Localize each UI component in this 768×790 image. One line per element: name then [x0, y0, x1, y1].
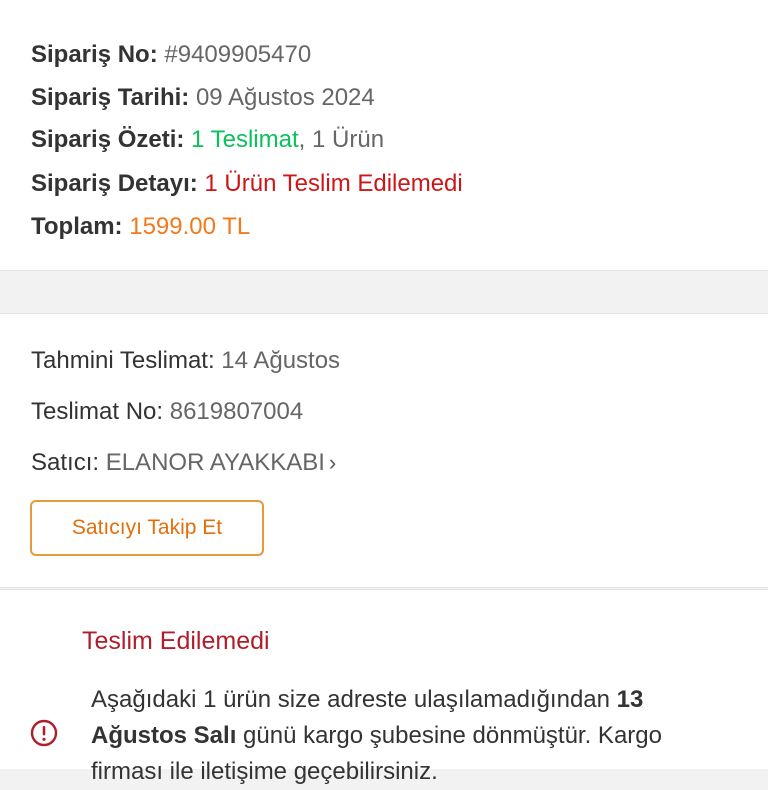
order-detail-label: Sipariş Detayı: — [31, 170, 198, 197]
order-summary-card: Sipariş No: #9409905470 Sipariş Tarihi: … — [0, 0, 768, 271]
seller-link[interactable]: Satıcı: ELANOR AYAKKABI › — [31, 448, 336, 478]
order-date-row: Sipariş Tarihi: 09 Ağustos 2024 — [31, 83, 375, 113]
info-circle-icon — [30, 719, 58, 747]
status-message-part1: Aşağıdaki 1 ürün size adreste ulaşılamad… — [91, 686, 617, 713]
delivery-number-value: 8619807004 — [169, 398, 304, 425]
order-number-label: Sipariş No: — [31, 41, 158, 68]
seller-name[interactable]: ELANOR AYAKKABI — [106, 449, 325, 476]
delivery-number-row: Teslimat No: 8619807004 — [31, 397, 303, 427]
order-total-row: Toplam: 1599.00 TL — [31, 212, 250, 242]
status-message: Aşağıdaki 1 ürün size adreste ulaşılamad… — [91, 682, 731, 790]
order-summary-row: Sipariş Özeti: 1 Teslimat, 1 Ürün — [31, 125, 384, 155]
follow-seller-button[interactable]: Satıcıyı Takip Et — [30, 500, 264, 556]
eta-value: 14 Ağustos — [221, 347, 341, 374]
order-number-row: Sipariş No: #9409905470 — [31, 40, 311, 70]
shipment-card: Tahmini Teslimat: 14 Ağustos Teslimat No… — [0, 313, 768, 588]
order-total-value: 1599.00 TL — [129, 213, 251, 240]
order-summary-separator: , — [298, 126, 312, 153]
order-total-label: Toplam: — [31, 213, 123, 240]
order-date-label: Sipariş Tarihi: — [31, 84, 190, 111]
chevron-right-icon: › — [328, 450, 337, 475]
order-detail-value: 1 Ürün Teslim Edilemedi — [204, 170, 463, 197]
order-summary-label: Sipariş Özeti: — [31, 126, 185, 153]
seller-label: Satıcı: — [31, 449, 100, 476]
order-summary-delivery: 1 Teslimat — [191, 126, 299, 153]
delivery-number-label: Teslimat No: — [31, 398, 164, 425]
order-detail-row: Sipariş Detayı: 1 Ürün Teslim Edilemedi — [31, 169, 463, 199]
delivery-status-card: Teslim Edilemedi Aşağıdaki 1 ürün size a… — [0, 589, 768, 785]
eta-label: Tahmini Teslimat: — [31, 347, 215, 374]
order-number-value: #9409905470 — [164, 41, 312, 68]
eta-row: Tahmini Teslimat: 14 Ağustos — [31, 346, 340, 376]
order-summary-items: 1 Ürün — [312, 126, 385, 153]
status-title: Teslim Edilemedi — [82, 627, 270, 655]
order-date-value: 09 Ağustos 2024 — [195, 84, 375, 111]
